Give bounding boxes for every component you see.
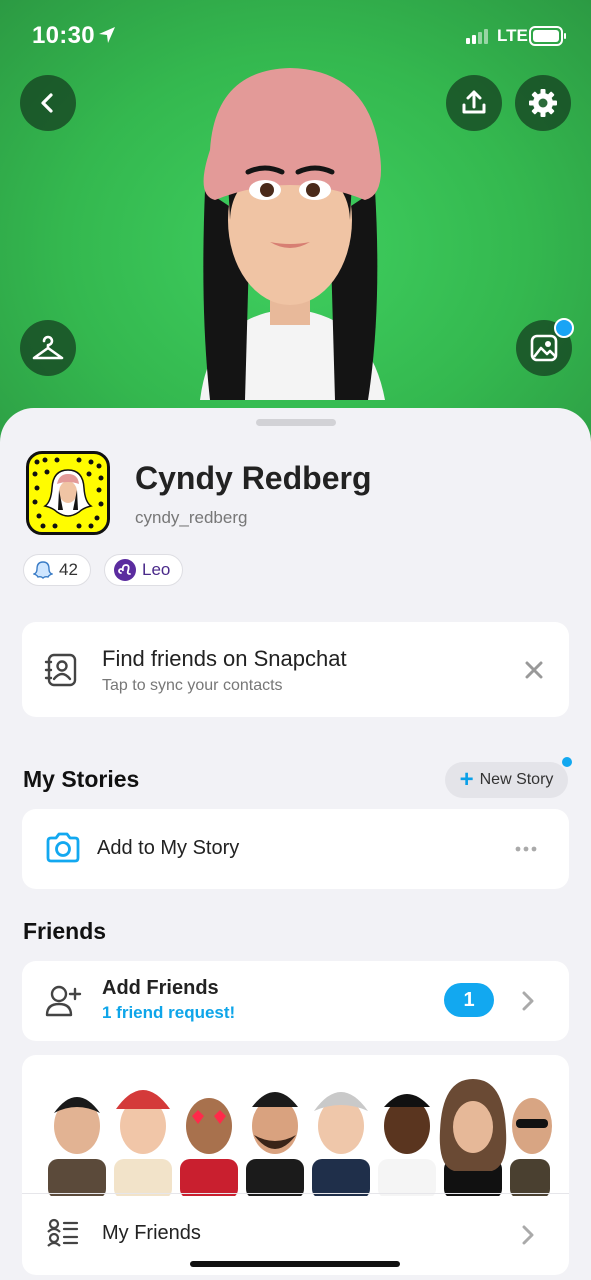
more-icon[interactable] [515, 846, 537, 852]
username: cyndy_redberg [135, 508, 248, 527]
home-indicator[interactable] [190, 1261, 400, 1267]
hanger-icon [32, 335, 64, 360]
share-button[interactable] [446, 75, 502, 131]
friends-bitmoji-strip [48, 1079, 552, 1196]
add-to-my-story-row[interactable]: Add to My Story [22, 809, 569, 889]
find-friends-card[interactable]: Find friends on Snapchat Tap to sync you… [22, 622, 569, 717]
outfit-button[interactable] [20, 320, 76, 376]
photo-icon [530, 334, 558, 362]
plus-icon: + [459, 766, 474, 793]
friend-request-text: 1 friend request! [102, 1003, 236, 1022]
friend-request-count: 1 [444, 983, 494, 1017]
back-icon [41, 93, 53, 113]
divider [22, 1193, 569, 1194]
add-to-my-story-label: Add to My Story [97, 837, 240, 859]
signal-icon [466, 29, 488, 44]
friend-bitmoji-1 [48, 1097, 106, 1196]
ghost-icon [33, 561, 53, 579]
snapscore-chip[interactable]: 42 [23, 554, 91, 586]
back-button[interactable] [20, 75, 76, 131]
friend-bitmoji-8 [510, 1098, 552, 1196]
friends-list-icon [47, 1218, 79, 1247]
new-story-label: New Story [479, 771, 554, 788]
bitmoji-background-button[interactable] [516, 318, 574, 376]
bitmoji-avatar[interactable] [170, 60, 410, 420]
my-stories-title: My Stories [23, 766, 140, 792]
share-icon [462, 90, 486, 114]
new-story-button[interactable]: + New Story [445, 757, 572, 798]
snapcode[interactable] [26, 451, 110, 535]
location-arrow-icon [99, 27, 115, 43]
camera-icon [46, 832, 80, 863]
add-friend-icon [45, 985, 82, 1017]
add-friends-label: Add Friends [102, 977, 219, 999]
my-friends-label: My Friends [102, 1222, 201, 1244]
friend-bitmoji-2 [114, 1090, 172, 1196]
snapscore-value: 42 [59, 560, 78, 579]
network-type: LTE [497, 26, 528, 45]
find-friends-title: Find friends on Snapchat [102, 646, 347, 671]
friend-bitmoji-5 [312, 1092, 370, 1196]
display-name: Cyndy Redberg [135, 460, 372, 496]
chevron-right-icon [522, 1225, 534, 1245]
friend-bitmoji-4 [246, 1092, 304, 1196]
zodiac-label: Leo [142, 560, 171, 579]
my-friends-card[interactable]: My Friends [22, 1055, 569, 1275]
contacts-icon [44, 653, 77, 687]
add-friends-row[interactable]: Add Friends 1 friend request! 1 [22, 961, 569, 1041]
friend-bitmoji-7 [439, 1079, 507, 1196]
leo-icon [114, 559, 136, 581]
notification-dot [562, 757, 572, 767]
profile-sheet: Cyndy Redberg cyndy_redberg 42 Leo Find … [0, 408, 591, 1280]
sheet-grabber[interactable] [256, 419, 336, 426]
snapcode-pattern [32, 457, 104, 529]
status-time: 10:30 [32, 22, 95, 49]
friends-title: Friends [23, 918, 107, 944]
friend-bitmoji-6 [378, 1094, 436, 1196]
close-icon[interactable] [525, 661, 543, 679]
battery-icon [529, 26, 566, 46]
zodiac-chip[interactable]: Leo [104, 554, 184, 586]
chevron-right-icon [522, 991, 534, 1011]
settings-button[interactable] [515, 75, 571, 131]
friend-bitmoji-3 [180, 1098, 238, 1196]
find-friends-subtitle: Tap to sync your contacts [102, 677, 283, 694]
gear-icon [529, 89, 557, 117]
profile-hero: 10:30 LTE [0, 0, 591, 450]
notification-dot [554, 318, 574, 338]
